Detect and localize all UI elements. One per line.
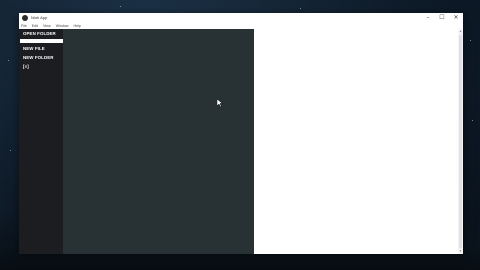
new-folder-button[interactable]: NEW FOLDER xyxy=(23,55,54,60)
window-controls: – ☐ ✕ xyxy=(421,13,463,23)
scroll-up-icon[interactable]: ▲ xyxy=(458,29,463,34)
vertical-scrollbar[interactable]: ▲ ▼ xyxy=(458,29,463,254)
window-title: Nioh App xyxy=(31,15,48,20)
minimize-button[interactable]: – xyxy=(421,13,435,23)
app-icon xyxy=(22,15,28,21)
scroll-down-icon[interactable]: ▼ xyxy=(458,249,463,254)
mouse-cursor-icon xyxy=(217,99,223,107)
app-content: OPEN FOLDER NEW FILE NEW FOLDER [≡] ▲ ▼ xyxy=(19,29,463,254)
code-editor[interactable] xyxy=(63,29,254,254)
app-window: Nioh App – ☐ ✕ File Edit View Window Hel… xyxy=(19,13,463,254)
title-bar[interactable]: Nioh App – ☐ ✕ xyxy=(19,13,463,23)
code-icon[interactable]: [≡] xyxy=(23,64,29,69)
open-folder-button[interactable]: OPEN FOLDER xyxy=(23,31,56,36)
sidebar: OPEN FOLDER NEW FILE NEW FOLDER [≡] xyxy=(19,29,64,254)
sidebar-input[interactable] xyxy=(20,39,64,43)
maximize-button[interactable]: ☐ xyxy=(435,13,449,23)
close-button[interactable]: ✕ xyxy=(449,13,463,23)
new-file-button[interactable]: NEW FILE xyxy=(23,46,45,51)
scroll-thumb[interactable] xyxy=(459,35,462,248)
preview-pane xyxy=(254,29,458,254)
